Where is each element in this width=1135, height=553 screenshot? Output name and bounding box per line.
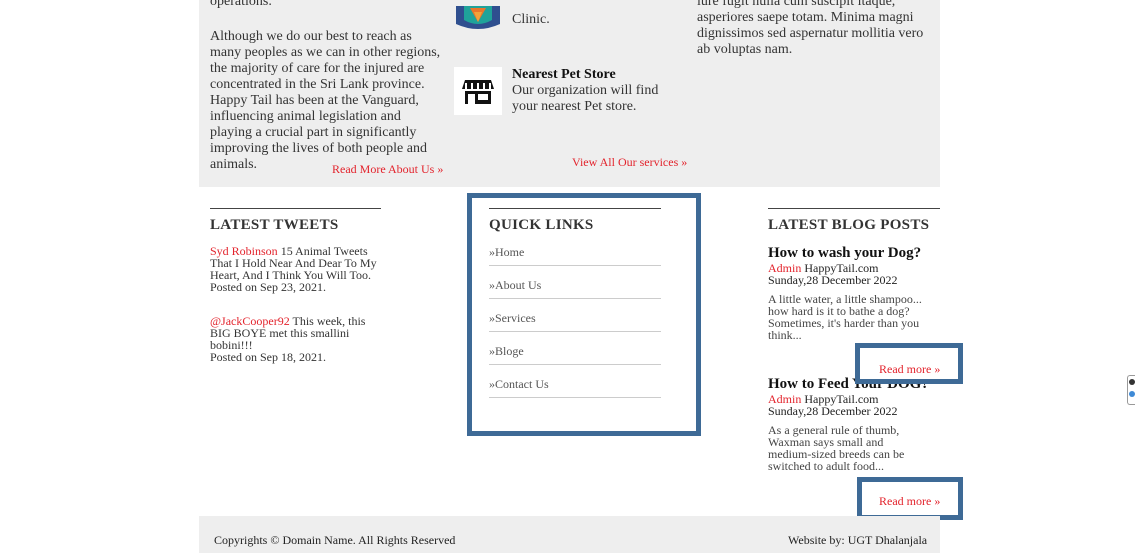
store-desc: Our organization will find your nearest …	[512, 83, 659, 114]
blog-post: How to Feed Your DOG? Admin HappyTail.co…	[768, 376, 940, 472]
about-paragraph: Although we do our best to reach as many…	[210, 29, 441, 172]
read-more-highlight-box	[857, 477, 963, 520]
tweets-title: LATEST TWEETS	[210, 208, 381, 234]
credit-text: Website by: UGT Dhalanjala	[788, 533, 928, 547]
quick-links-highlight-box	[467, 193, 701, 436]
read-more-about-link[interactable]: Read More About Us »	[332, 162, 443, 177]
blog-post-title[interactable]: How to wash your Dog?	[768, 245, 940, 262]
tweet-date: Posted on Sep 18, 2021.	[210, 350, 327, 364]
clinic-fragment: Clinic.	[512, 12, 550, 27]
lorem-fragment: iure fugit nulla cum suscipit itaque, as…	[697, 0, 924, 57]
blog-date: Sunday,28 December 2022	[768, 273, 898, 287]
blog-excerpt: A little water, a little shampoo... how …	[768, 292, 922, 342]
side-widget[interactable]	[1127, 375, 1135, 405]
tweet-date: Posted on Sep 23, 2021.	[210, 280, 327, 294]
tweet-item: Syd Robinson 15 Animal Tweets That I Hol…	[210, 245, 380, 293]
store-icon	[454, 67, 502, 115]
store-title: Nearest Pet Store	[512, 67, 616, 82]
copyright-text: Copyrights © Domain Name. All Rights Res…	[214, 533, 456, 547]
blog-excerpt: As a general rule of thumb, Waxman says …	[768, 423, 905, 473]
blog-post: How to wash your Dog? Admin HappyTail.co…	[768, 245, 940, 341]
about-fragment: operations.	[210, 0, 272, 9]
clinic-logo-icon	[454, 6, 502, 30]
read-more-link[interactable]: Read more »	[879, 362, 940, 377]
blog-date: Sunday,28 December 2022	[768, 404, 898, 418]
tweet-item: @JackCooper92 This week, this BIG BOYE m…	[210, 315, 370, 363]
view-all-services-link[interactable]: View All Our services »	[572, 155, 687, 170]
blog-title: LATEST BLOG POSTS	[768, 208, 940, 234]
